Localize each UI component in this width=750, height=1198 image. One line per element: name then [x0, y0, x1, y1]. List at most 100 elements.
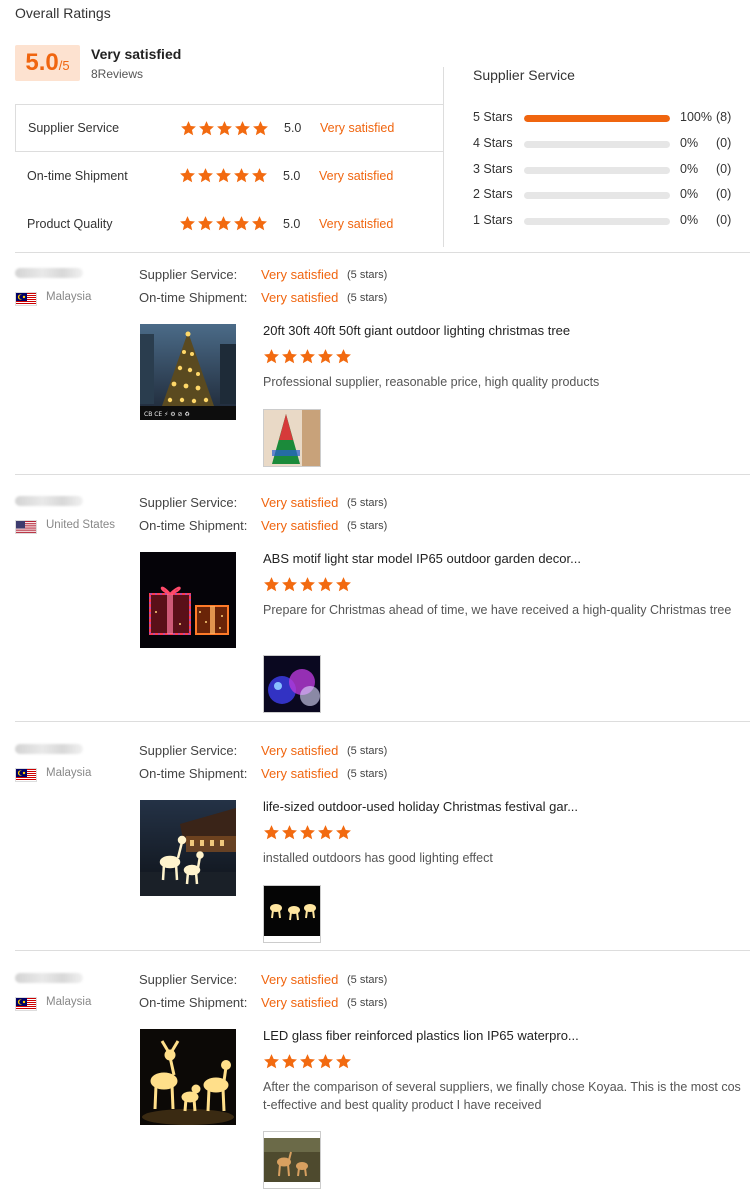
distribution-percent: 0%: [680, 213, 699, 227]
supplier-service-stars: (5 stars): [347, 497, 388, 509]
overall-score: 5.0: [25, 49, 59, 76]
review-comment: Professional supplier, reasonable price,…: [263, 375, 600, 389]
supplier-service-stars: (5 stars): [347, 269, 388, 281]
star-icon: [264, 577, 279, 592]
category-label: Product Quality: [27, 217, 113, 231]
star-icon: [318, 825, 333, 840]
star-icon: [282, 349, 297, 364]
reviewer-country: Malaysia: [46, 996, 92, 1008]
distribution-percent: 0%: [680, 162, 699, 176]
malaysia-flag-icon: [15, 997, 37, 1011]
distribution-percent: 100%: [680, 110, 712, 124]
ontime-shipment-value: Very satisfied: [261, 766, 339, 781]
supplier-service-value: Very satisfied: [261, 495, 339, 510]
overall-ratings-title: Overall Ratings: [15, 5, 111, 21]
supplier-service-label: Supplier Service:: [139, 972, 238, 987]
reviewer-name-blurred: [15, 496, 83, 506]
distribution-count: (8): [716, 110, 732, 124]
product-image[interactable]: [140, 1029, 236, 1125]
product-image[interactable]: [140, 800, 236, 896]
product-image[interactable]: [140, 552, 236, 648]
reviewer-country: United States: [46, 519, 116, 531]
star-icon: [300, 825, 315, 840]
category-row-ontime-shipment[interactable]: On-time Shipment 5.0 Very satisfied: [15, 152, 444, 200]
distribution-percent: 0%: [680, 187, 699, 201]
star-icon: [318, 349, 333, 364]
category-stars: [180, 120, 269, 137]
supplier-service-label: Supplier Service:: [139, 743, 238, 758]
star-icon: [282, 1054, 297, 1069]
distribution-label: 3 Stars: [473, 162, 513, 176]
malaysia-flag-icon: [15, 768, 37, 782]
star-icon: [336, 577, 351, 592]
supplier-service-value: Very satisfied: [261, 267, 339, 282]
reviewer-name-blurred: [15, 973, 83, 983]
supplier-service-stars: (5 stars): [347, 745, 388, 757]
category-stars: [179, 215, 268, 232]
distribution-row: 2 Stars 0% (0): [473, 185, 743, 205]
ontime-shipment-value: Very satisfied: [261, 995, 339, 1010]
reviewer-name-blurred: [15, 744, 83, 754]
star-icon: [252, 168, 267, 183]
review-comment: After the comparison of several supplier…: [263, 1080, 741, 1112]
overall-score-max: /5: [58, 58, 70, 73]
ontime-shipment-stars: (5 stars): [347, 768, 388, 780]
distribution-count: (0): [716, 213, 732, 227]
product-title-link[interactable]: 20ft 30ft 40ft 50ft giant outdoor lighti…: [263, 323, 570, 338]
star-icon: [264, 349, 279, 364]
ontime-shipment-label: On-time Shipment:: [139, 290, 248, 305]
review-photo-thumbnail[interactable]: [263, 1131, 321, 1189]
star-icon: [234, 168, 249, 183]
product-title-link[interactable]: LED glass fiber reinforced plastics lion…: [263, 1028, 579, 1043]
star-icon: [235, 121, 250, 136]
ontime-shipment-value: Very satisfied: [261, 518, 339, 533]
ontime-shipment-label: On-time Shipment:: [139, 766, 248, 781]
distribution-row: 5 Stars 100% (8): [473, 108, 743, 128]
category-score: 5.0: [283, 169, 301, 183]
malaysia-flag-icon: [15, 292, 37, 306]
supplier-service-stars: (5 stars): [347, 974, 388, 986]
product-image[interactable]: CB CE ⚡ ⚙ ⊘ ♻: [140, 324, 236, 420]
distribution-label: 1 Stars: [473, 213, 513, 227]
distribution-row: 3 Stars 0% (0): [473, 160, 743, 180]
category-row-supplier-service[interactable]: Supplier Service 5.0 Very satisfied: [15, 104, 444, 152]
reviews-count: 8Reviews: [91, 67, 144, 81]
ontime-shipment-stars: (5 stars): [347, 292, 388, 304]
distribution-label: 4 Stars: [473, 136, 513, 150]
review-rating-stars: [263, 1053, 352, 1070]
ontime-shipment-stars: (5 stars): [347, 997, 388, 1009]
distribution-row: 4 Stars 0% (0): [473, 134, 743, 154]
category-stars: [179, 167, 268, 184]
review-photo-thumbnail[interactable]: [263, 655, 321, 713]
distribution-percent: 0%: [680, 136, 699, 150]
overall-score-badge: 5.0 /5: [15, 45, 80, 81]
product-title-link[interactable]: ABS motif light star model IP65 outdoor …: [263, 551, 581, 566]
star-icon: [199, 121, 214, 136]
star-icon: [300, 577, 315, 592]
star-icon: [300, 349, 315, 364]
star-icon: [336, 349, 351, 364]
section-divider: [15, 721, 750, 722]
review-photo-thumbnail[interactable]: [263, 409, 321, 467]
category-row-product-quality[interactable]: Product Quality 5.0 Very satisfied: [15, 200, 444, 248]
section-divider: [15, 950, 750, 951]
star-icon: [318, 1054, 333, 1069]
overall-satisfaction: Very satisfied: [91, 46, 182, 62]
reviewer-name-blurred: [15, 268, 83, 278]
category-satisfaction: Very satisfied: [319, 217, 394, 231]
star-icon: [252, 216, 267, 231]
supplier-service-value: Very satisfied: [261, 972, 339, 987]
supplier-service-label: Supplier Service:: [139, 495, 238, 510]
star-icon: [264, 1054, 279, 1069]
distribution-bar: [524, 115, 670, 122]
star-icon: [181, 121, 196, 136]
star-icon: [336, 825, 351, 840]
distribution-bar: [524, 192, 670, 199]
review-comment: Prepare for Christmas ahead of time, we …: [263, 603, 732, 617]
review-photo-thumbnail[interactable]: [263, 885, 321, 943]
reviewer-country: Malaysia: [46, 291, 92, 303]
product-title-link[interactable]: life-sized outdoor-used holiday Christma…: [263, 799, 578, 814]
star-icon: [253, 121, 268, 136]
distribution-title: Supplier Service: [473, 67, 575, 83]
review-rating-stars: [263, 348, 352, 365]
